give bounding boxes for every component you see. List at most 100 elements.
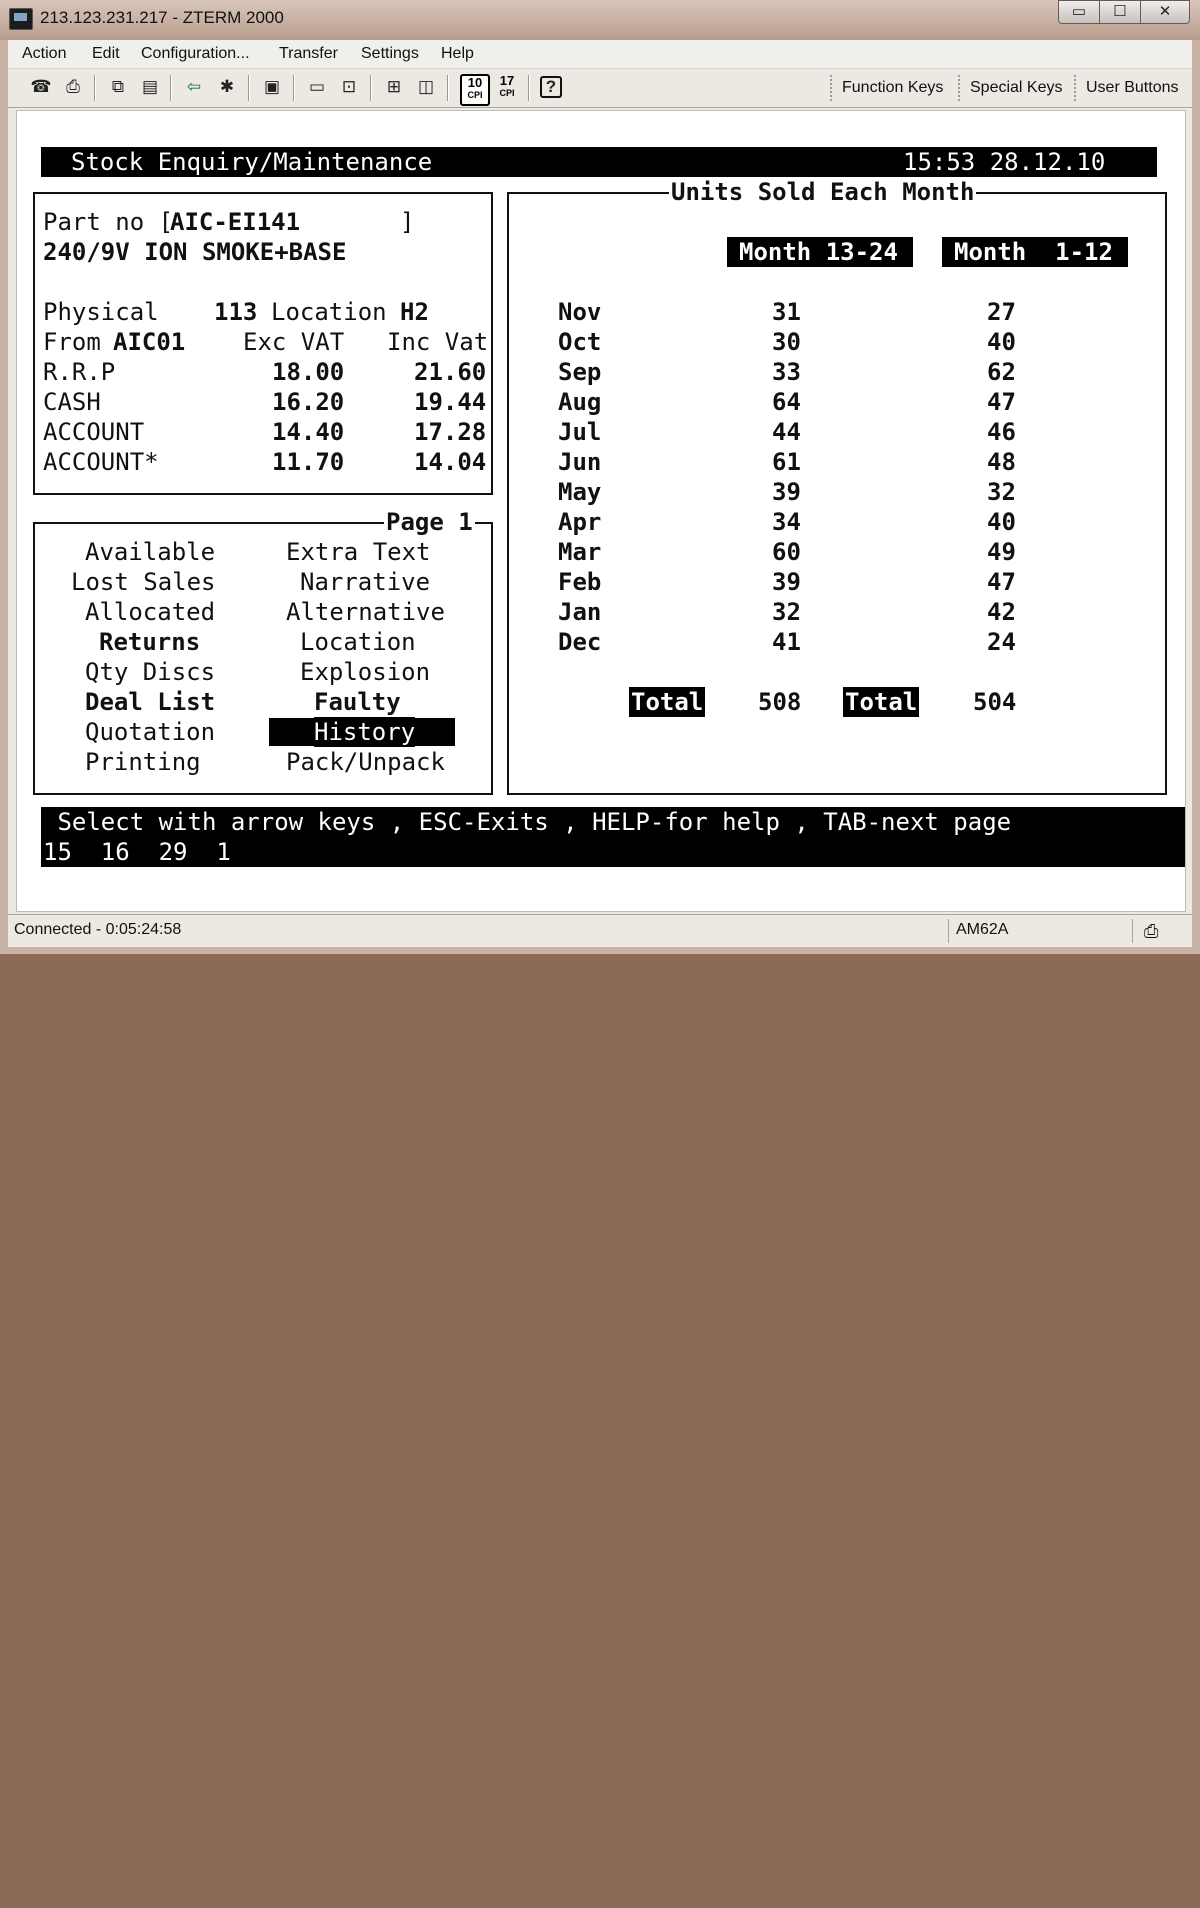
menu-option[interactable]: Location: [300, 627, 416, 657]
price-inc-vat: 19.44: [414, 388, 487, 416]
menu-transfer[interactable]: Transfer: [279, 45, 338, 63]
minimize-button[interactable]: ▭: [1058, 0, 1100, 24]
price-inc-vat: 17.28: [414, 418, 487, 446]
open-folder-icon[interactable]: ⊡: [338, 76, 360, 98]
month-1-12-value: 24: [987, 628, 1016, 656]
month-label: Feb: [558, 568, 602, 596]
cpi-17-number: 17: [499, 73, 515, 88]
units-sold-title: Units Sold Each Month: [669, 177, 977, 207]
month-13-24-value: 39: [772, 478, 801, 506]
app-window: 213.123.231.217 - ZTERM 2000 ▭ ☐ ✕ Actio…: [0, 0, 1200, 954]
month-1-12-value: 40: [987, 328, 1016, 356]
menu-option[interactable]: Faulty: [314, 687, 401, 717]
month-label: Dec: [558, 628, 602, 656]
month-label: Nov: [558, 298, 602, 326]
screen-title: Stock Enquiry/Maintenance: [71, 147, 433, 177]
month-label: Jul: [558, 418, 602, 446]
menu-action[interactable]: Action: [22, 45, 66, 63]
help-icon[interactable]: ?: [540, 76, 562, 98]
copy-icon[interactable]: ⧉: [107, 76, 129, 98]
menu-option[interactable]: Deal List: [85, 687, 215, 717]
menu-option[interactable]: Available: [85, 537, 215, 567]
menu-configuration[interactable]: Configuration...: [141, 45, 250, 63]
run-icon[interactable]: ✱: [216, 76, 238, 98]
user-buttons-button[interactable]: User Buttons: [1074, 75, 1178, 101]
physical-label: Physical: [43, 298, 159, 326]
menu-option[interactable]: Explosion: [300, 657, 430, 687]
back-arrow-icon[interactable]: ⇦: [183, 76, 205, 98]
from-label: From: [43, 328, 101, 356]
cpi-10-number: 10: [467, 75, 483, 90]
menu-option[interactable]: Quotation: [85, 717, 215, 747]
exc-vat-header: Exc VAT: [243, 328, 345, 356]
location-value: H2: [400, 298, 429, 326]
maximize-button[interactable]: ☐: [1099, 0, 1141, 24]
menu-settings[interactable]: Settings: [361, 45, 419, 63]
month-1-12-value: 46: [987, 418, 1016, 446]
month-1-12-value: 62: [987, 358, 1016, 386]
month-13-24-value: 60: [772, 538, 801, 566]
column-header-month-13-24: Month 13-24: [727, 237, 913, 267]
price-label: ACCOUNT: [43, 418, 145, 446]
menu-option[interactable]: Pack/Unpack: [286, 747, 445, 777]
client-area: Action Edit Configuration... Transfer Se…: [8, 40, 1192, 947]
page-menu-title: Page 1: [384, 507, 475, 537]
menu-option[interactable]: Alternative: [286, 597, 445, 627]
month-1-12-value: 40: [987, 508, 1016, 536]
status-bar: Connected - 0:05:24:58 AM62A ⎙: [8, 914, 1192, 947]
menu-help[interactable]: Help: [441, 45, 474, 63]
part-number-field[interactable]: AIC-EI141: [170, 207, 300, 237]
price-label: CASH: [43, 388, 101, 416]
part-description: 240/9V ION SMOKE+BASE: [43, 238, 347, 266]
fullscreen-icon[interactable]: ⊞: [383, 76, 405, 98]
special-keys-button[interactable]: Special Keys: [958, 75, 1063, 101]
paste-icon[interactable]: ▤: [139, 76, 161, 98]
menu-option-selected[interactable]: History: [314, 717, 416, 747]
function-keys-button[interactable]: Function Keys: [830, 75, 943, 101]
month-label: Apr: [558, 508, 602, 536]
print-icon[interactable]: ⎙: [62, 76, 84, 98]
location-label: Location: [271, 298, 387, 326]
window-icon[interactable]: ◫: [415, 76, 437, 98]
connect-icon[interactable]: ☎: [30, 76, 52, 98]
title-bar[interactable]: 213.123.231.217 - ZTERM 2000 ▭ ☐ ✕: [0, 0, 1200, 40]
cpi-17-icon[interactable]: 17 CPI: [494, 74, 520, 102]
cpi-17-label: CPI: [499, 88, 515, 98]
month-13-24-value: 30: [772, 328, 801, 356]
menu-option[interactable]: Extra Text: [286, 537, 431, 567]
terminal-type: AM62A: [956, 921, 1009, 938]
month-1-12-value: 48: [987, 448, 1016, 476]
properties-icon[interactable]: ▣: [261, 76, 283, 98]
menu-option[interactable]: Narrative: [300, 567, 430, 597]
month-label: Oct: [558, 328, 602, 356]
month-label: Aug: [558, 388, 602, 416]
status-codes: 15 16 29 1: [43, 837, 231, 867]
month-13-24-value: 32: [772, 598, 801, 626]
month-13-24-value: 61: [772, 448, 801, 476]
column-header-month-1-12: Month 1-12: [942, 237, 1128, 267]
menu-option[interactable]: Qty Discs: [85, 657, 215, 687]
month-13-24-value: 44: [772, 418, 801, 446]
new-session-icon[interactable]: ▭: [306, 76, 328, 98]
terminal-screen[interactable]: Stock Enquiry/Maintenance 15:53 28.12.10…: [16, 110, 1186, 912]
month-1-12-value: 32: [987, 478, 1016, 506]
price-exc-vat: 16.20: [272, 388, 345, 416]
total-month-13-24: 508: [758, 688, 802, 716]
menu-option[interactable]: Returns: [99, 627, 200, 657]
physical-value: 113: [214, 298, 258, 326]
price-inc-vat: 14.04: [414, 448, 487, 476]
cpi-10-label: CPI: [467, 90, 483, 100]
menu-option[interactable]: Lost Sales: [71, 567, 216, 597]
part-no-label: Part no [: [43, 208, 174, 236]
price-exc-vat: 18.00: [272, 358, 345, 386]
month-1-12-value: 27: [987, 298, 1016, 326]
close-button[interactable]: ✕: [1140, 0, 1190, 24]
terminal-app-icon[interactable]: [9, 8, 33, 30]
menu-option[interactable]: Printing: [85, 747, 201, 777]
printer-icon[interactable]: ⎙: [1144, 921, 1158, 942]
menu-option[interactable]: Allocated: [85, 597, 215, 627]
total-label-2: Total: [843, 687, 920, 717]
price-label: ACCOUNT*: [43, 448, 159, 476]
menu-edit[interactable]: Edit: [92, 45, 120, 63]
cpi-10-icon[interactable]: 10 CPI: [460, 74, 490, 106]
